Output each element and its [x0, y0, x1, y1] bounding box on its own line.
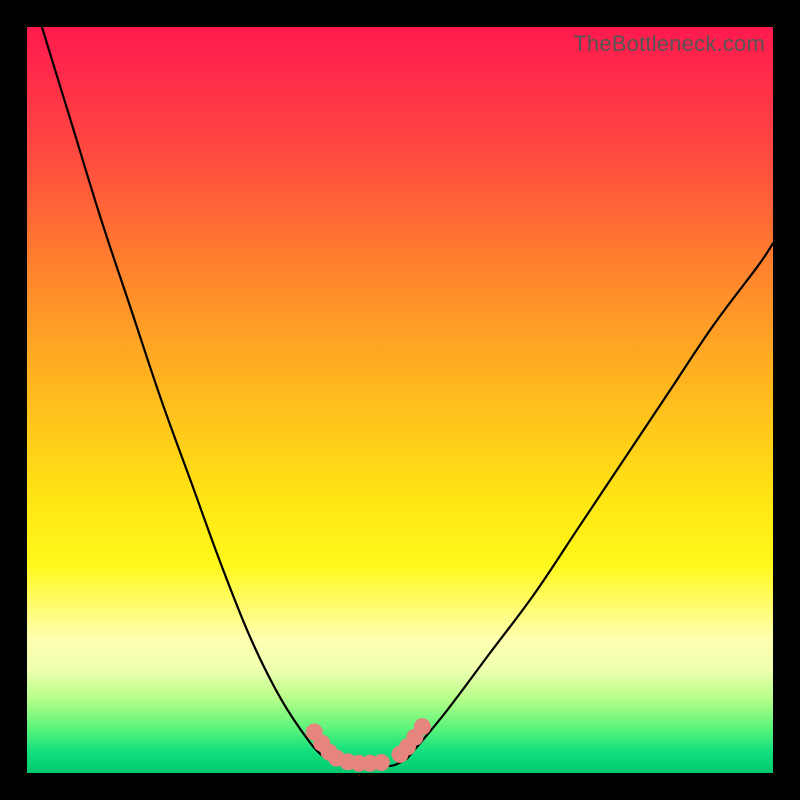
- highlight-dots-group: [306, 718, 431, 772]
- bottleneck-curve-right: [407, 243, 773, 758]
- outer-frame: TheBottleneck.com: [0, 0, 800, 800]
- highlight-dot: [414, 718, 431, 735]
- bottleneck-curve-left: [42, 27, 325, 758]
- highlight-dot: [373, 754, 390, 771]
- curve-svg: [27, 27, 773, 773]
- gradient-plot-area: TheBottleneck.com: [27, 27, 773, 773]
